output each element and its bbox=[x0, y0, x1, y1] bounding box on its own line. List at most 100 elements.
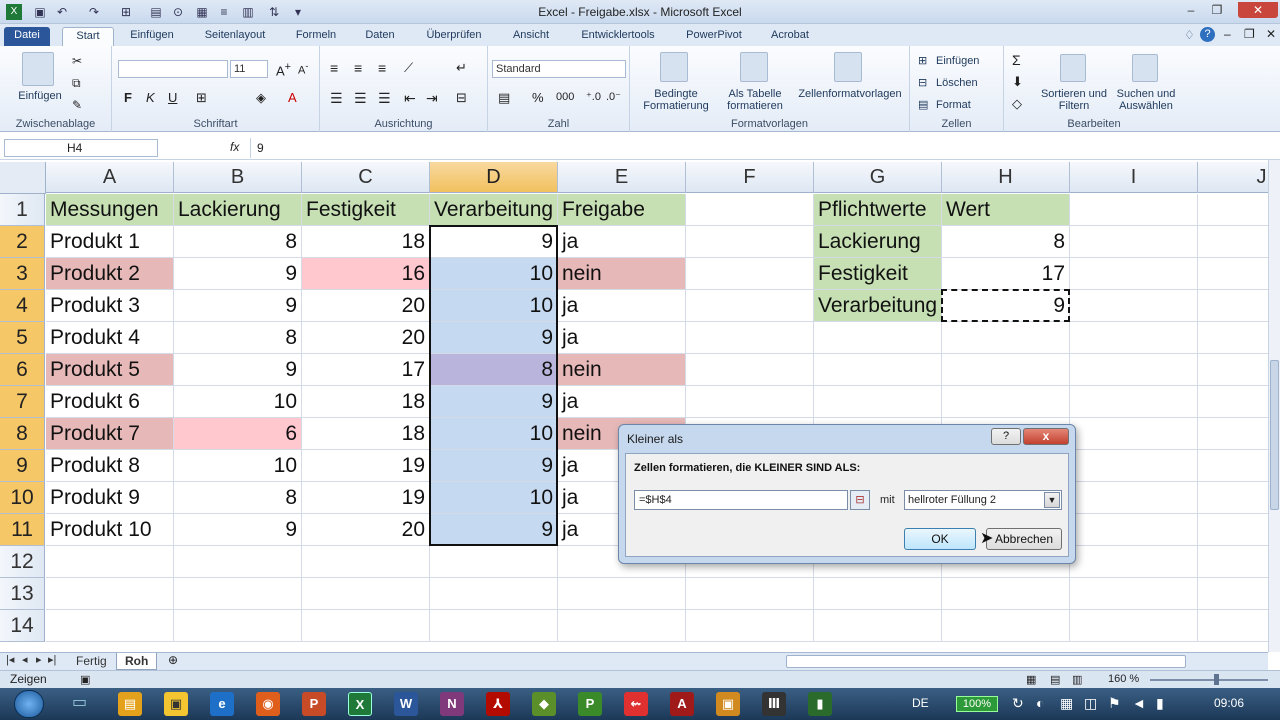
column-header-f[interactable]: F bbox=[686, 162, 814, 193]
empty-cell[interactable] bbox=[1070, 418, 1198, 450]
cell-b5[interactable]: 8 bbox=[174, 322, 302, 354]
cell-c6[interactable]: 17 bbox=[302, 354, 430, 386]
copy-icon[interactable]: ⧉ bbox=[72, 76, 81, 91]
find-select-icon[interactable] bbox=[1132, 54, 1158, 82]
align-center-icon[interactable]: ☰ bbox=[354, 90, 367, 107]
horizontal-scrollbar[interactable] bbox=[786, 655, 1186, 668]
grow-font-icon[interactable]: A+ bbox=[276, 61, 291, 78]
empty-cell[interactable] bbox=[1070, 290, 1198, 322]
explorer-icon[interactable]: ▤ bbox=[118, 692, 142, 716]
start-orb-icon[interactable] bbox=[14, 690, 44, 718]
font-name-box[interactable] bbox=[118, 60, 228, 78]
cell-e3[interactable]: nein bbox=[558, 258, 686, 290]
volume-icon[interactable]: ◄ bbox=[1132, 695, 1146, 711]
cell-b9[interactable]: 10 bbox=[174, 450, 302, 482]
sheet-nav-last-icon[interactable]: ▸| bbox=[48, 653, 56, 666]
onenote-icon[interactable]: N bbox=[440, 692, 464, 716]
align-middle-icon[interactable]: ≡ bbox=[354, 60, 362, 76]
app-icon-4[interactable]: Ⅲ bbox=[762, 692, 786, 716]
cell-a1[interactable]: Messungen bbox=[46, 194, 174, 226]
empty-cell[interactable] bbox=[430, 546, 558, 578]
powerpoint-icon[interactable]: P bbox=[302, 692, 326, 716]
flag-icon[interactable]: ⚑ bbox=[1108, 695, 1121, 712]
cell-d2[interactable]: 9 bbox=[430, 226, 558, 258]
help-icon[interactable]: ? bbox=[1200, 27, 1215, 42]
align-bottom-icon[interactable]: ≡ bbox=[378, 60, 386, 76]
italic-icon[interactable]: K bbox=[146, 90, 155, 105]
empty-cell[interactable] bbox=[942, 578, 1070, 610]
empty-cell[interactable] bbox=[1070, 226, 1198, 258]
row-header-6[interactable]: 6 bbox=[0, 354, 45, 386]
empty-cell[interactable] bbox=[1070, 482, 1198, 514]
clear-icon[interactable]: ◇ bbox=[1012, 96, 1022, 112]
empty-cell[interactable] bbox=[686, 226, 814, 258]
number-format-select[interactable]: Standard bbox=[492, 60, 626, 78]
row-header-12[interactable]: 12 bbox=[0, 546, 45, 578]
zoom-level[interactable]: 160 % bbox=[1108, 671, 1139, 688]
empty-cell[interactable] bbox=[1070, 610, 1198, 642]
cell-b1[interactable]: Lackierung bbox=[174, 194, 302, 226]
empty-cell[interactable] bbox=[814, 610, 942, 642]
cell-d5[interactable]: 9 bbox=[430, 322, 558, 354]
cell-g2[interactable]: Lackierung bbox=[814, 226, 942, 258]
column-header-i[interactable]: I bbox=[1070, 162, 1198, 193]
cell-d8[interactable]: 10 bbox=[430, 418, 558, 450]
ie-icon[interactable]: e bbox=[210, 692, 234, 716]
fill-color-icon[interactable]: ◈ bbox=[256, 90, 266, 106]
conditional-format-button[interactable]: Bedingte Formatierung bbox=[634, 88, 718, 112]
empty-cell[interactable] bbox=[814, 354, 942, 386]
word-icon[interactable]: W bbox=[394, 692, 418, 716]
empty-cell[interactable] bbox=[1198, 514, 1268, 546]
row-header-4[interactable]: 4 bbox=[0, 290, 45, 322]
sheet-nav-prev-icon[interactable]: ◂ bbox=[22, 653, 28, 666]
doc-close-icon[interactable]: ✕ bbox=[1266, 27, 1276, 41]
cell-d4[interactable]: 10 bbox=[430, 290, 558, 322]
tab-acrobat[interactable]: Acrobat bbox=[762, 27, 818, 46]
paste-icon[interactable] bbox=[22, 52, 54, 86]
name-box[interactable]: H4 bbox=[4, 139, 158, 157]
row-header-8[interactable]: 8 bbox=[0, 418, 45, 450]
orientation-icon[interactable]: ⟋ bbox=[404, 60, 413, 76]
tab-ansicht[interactable]: Ansicht bbox=[504, 27, 558, 46]
cell-e2[interactable]: ja bbox=[558, 226, 686, 258]
row-header-11[interactable]: 11 bbox=[0, 514, 45, 546]
empty-cell[interactable] bbox=[686, 258, 814, 290]
empty-cell[interactable] bbox=[1198, 578, 1268, 610]
tab-datei[interactable]: Datei bbox=[4, 27, 50, 46]
cell-g4[interactable]: Verarbeitung bbox=[814, 290, 942, 322]
row-header-5[interactable]: 5 bbox=[0, 322, 45, 354]
percent-button[interactable]: % bbox=[532, 90, 544, 105]
cell-c1[interactable]: Festigkeit bbox=[302, 194, 430, 226]
empty-cell[interactable] bbox=[174, 610, 302, 642]
cell-c5[interactable]: 20 bbox=[302, 322, 430, 354]
empty-cell[interactable] bbox=[686, 578, 814, 610]
sheet-nav-next-icon[interactable]: ▸ bbox=[36, 653, 42, 666]
empty-cell[interactable] bbox=[1198, 322, 1268, 354]
macro-record-icon[interactable]: ▣ bbox=[80, 672, 90, 689]
cell-c7[interactable]: 18 bbox=[302, 386, 430, 418]
cell-styles-icon[interactable] bbox=[834, 52, 862, 82]
sort-filter-button[interactable]: Sortieren und Filtern bbox=[1038, 88, 1110, 112]
empty-cell[interactable] bbox=[46, 546, 174, 578]
cell-c10[interactable]: 19 bbox=[302, 482, 430, 514]
find-select-button[interactable]: Suchen und Auswählen bbox=[1110, 88, 1182, 112]
column-header-j[interactable]: J bbox=[1198, 162, 1268, 193]
empty-cell[interactable] bbox=[46, 610, 174, 642]
empty-cell[interactable] bbox=[686, 354, 814, 386]
tray-icon-3[interactable]: ◫ bbox=[1084, 695, 1097, 712]
bold-icon[interactable]: F bbox=[124, 90, 132, 105]
conditional-format-icon[interactable] bbox=[660, 52, 688, 82]
tab-ueberpruefen[interactable]: Überprüfen bbox=[418, 27, 490, 46]
empty-cell[interactable] bbox=[1070, 546, 1198, 578]
cell-d1[interactable]: Verarbeitung bbox=[430, 194, 558, 226]
ok-button[interactable]: OK bbox=[904, 528, 976, 550]
delete-cells-button[interactable]: Löschen bbox=[936, 77, 978, 89]
wrap-text-icon[interactable]: ↵ bbox=[456, 60, 467, 76]
doc-minimize-icon[interactable]: – bbox=[1224, 27, 1231, 41]
empty-cell[interactable] bbox=[686, 386, 814, 418]
dialog-close-button[interactable]: x bbox=[1023, 428, 1069, 445]
new-sheet-icon[interactable]: ⊕ bbox=[168, 653, 178, 667]
merge-icon[interactable]: ⊟ bbox=[456, 90, 467, 106]
column-header-c[interactable]: C bbox=[302, 162, 430, 193]
sheet-nav-first-icon[interactable]: |◂ bbox=[6, 653, 14, 666]
